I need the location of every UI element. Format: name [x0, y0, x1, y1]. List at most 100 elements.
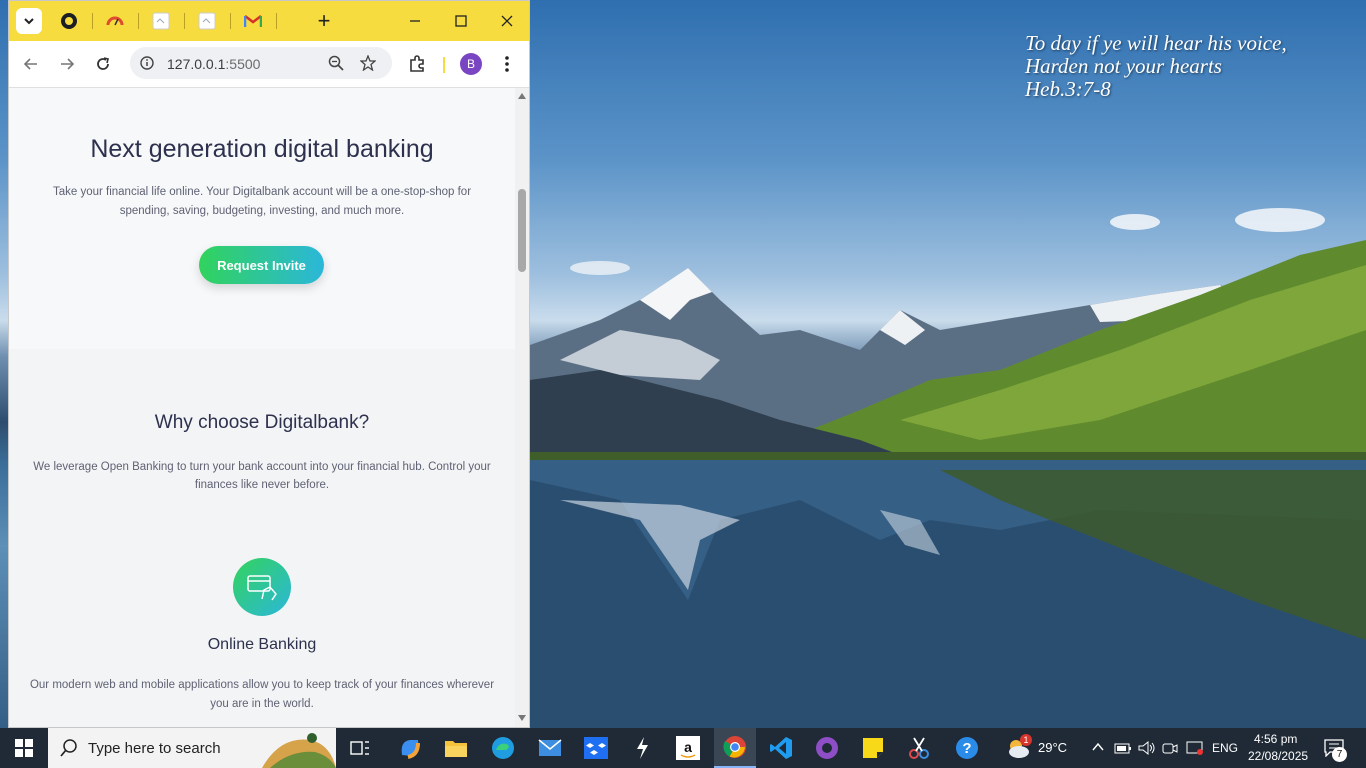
zoom-icon[interactable]	[328, 55, 344, 71]
vscode-icon	[770, 737, 792, 759]
address-bar[interactable]: 127.0.0.1:5500	[130, 47, 392, 79]
dropbox-button[interactable]	[580, 732, 612, 764]
amazon-button[interactable]: a	[672, 732, 704, 764]
tab-page-2[interactable]	[194, 8, 220, 34]
feature-text: Our modern web and mobile applications a…	[29, 679, 495, 710]
tab-gmail[interactable]	[240, 8, 266, 34]
kebab-menu-icon	[505, 56, 509, 72]
hero-title: Next generation digital banking	[90, 135, 434, 163]
tab-page-1[interactable]	[148, 8, 174, 34]
maximize-icon	[455, 15, 467, 27]
maximize-button[interactable]	[449, 9, 473, 33]
browser-menu-button[interactable]	[493, 50, 521, 78]
scroll-up-arrow[interactable]	[518, 93, 526, 99]
extensions-button[interactable]	[403, 50, 431, 78]
sticky-notes-button[interactable]	[857, 732, 889, 764]
url-text[interactable]: 127.0.0.1:5500	[167, 56, 260, 72]
browser-window: + 127.0.0.1:5500 B Next generation digit…	[8, 0, 530, 728]
close-button[interactable]	[495, 9, 519, 33]
taskbar-search-box[interactable]: Type here to search	[48, 728, 336, 768]
mail-icon	[538, 739, 562, 756]
svg-text:a: a	[684, 739, 692, 755]
minimize-button[interactable]	[403, 9, 427, 33]
snipping-tool-button[interactable]	[903, 732, 935, 764]
tab-github[interactable]	[56, 8, 82, 34]
desktop-verse-text: To day if ye will hear his voice, Harden…	[1025, 32, 1287, 101]
tab-search-button[interactable]	[16, 8, 42, 34]
vscode-button[interactable]	[765, 732, 797, 764]
browser-toolbar: 127.0.0.1:5500 B	[9, 41, 529, 88]
folder-icon	[445, 741, 467, 757]
bookmark-star-icon[interactable]	[360, 55, 376, 71]
page-viewport: Next generation digital banking Take you…	[9, 88, 515, 727]
back-button[interactable]	[17, 50, 45, 78]
weather-temperature[interactable]: 29°C	[1038, 740, 1067, 755]
puzzle-icon	[410, 55, 424, 72]
gmail-icon	[244, 15, 262, 27]
github-desktop-button[interactable]	[811, 732, 843, 764]
hero-text: Take your financial life online. Your Di…	[52, 186, 472, 217]
online-banking-icon	[233, 558, 291, 616]
taskbar: Type here to search a ? 1 29°C ENG 4:56 …	[0, 728, 1366, 768]
feature-title: Online Banking	[207, 636, 317, 653]
task-view-button[interactable]	[344, 732, 376, 764]
help-icon: ?	[956, 737, 978, 759]
tab-speedometer[interactable]	[102, 8, 128, 34]
search-placeholder: Type here to search	[88, 740, 221, 757]
search-highlight-illustration-icon	[262, 733, 336, 768]
screen-record-icon[interactable]	[1186, 740, 1204, 756]
new-tab-button[interactable]: +	[311, 8, 337, 34]
page-scrollbar[interactable]	[515, 88, 529, 727]
request-invite-button[interactable]: Request Invite	[199, 246, 324, 284]
page-icon	[198, 12, 216, 30]
mail-button[interactable]	[534, 732, 566, 764]
chevron-up-icon[interactable]	[1092, 742, 1104, 752]
copilot-button[interactable]	[394, 732, 426, 764]
verse-line: To day if ye will hear his voice,	[1025, 31, 1287, 55]
close-icon	[501, 15, 513, 27]
volume-icon[interactable]	[1138, 740, 1156, 756]
verse-line: Heb.3:7-8	[1025, 77, 1111, 101]
edge-button[interactable]	[487, 732, 519, 764]
why-text: We leverage Open Banking to turn your ba…	[33, 461, 491, 491]
github-icon	[61, 13, 77, 29]
reload-icon	[97, 57, 109, 70]
app-lightning-button[interactable]	[626, 732, 658, 764]
speedometer-icon	[106, 16, 124, 26]
forward-arrow-icon	[61, 58, 75, 70]
scroll-down-arrow[interactable]	[518, 715, 526, 721]
reload-button[interactable]	[89, 50, 117, 78]
url-host: 127.0.0.1	[167, 56, 226, 72]
weather-badge: 1	[1020, 734, 1032, 746]
site-info-icon[interactable]	[140, 56, 154, 70]
profile-avatar[interactable]: B	[460, 53, 482, 75]
back-arrow-icon	[23, 58, 37, 70]
chrome-button[interactable]	[714, 728, 756, 768]
scrollbar-thumb[interactable]	[518, 189, 526, 272]
start-button[interactable]	[0, 728, 48, 768]
dropbox-icon	[584, 737, 608, 759]
language-indicator[interactable]: ENG	[1212, 741, 1238, 755]
amazon-icon: a	[676, 736, 700, 760]
hero-section: Next generation digital banking Take you…	[9, 88, 515, 349]
url-port: :5500	[225, 56, 261, 72]
windows-logo-icon	[15, 739, 33, 757]
battery-icon[interactable]	[1114, 741, 1132, 755]
sticky-note-icon	[863, 738, 883, 758]
notification-count-badge: 7	[1332, 747, 1347, 762]
why-section: Why choose Digitalbank? We leverage Open…	[9, 349, 515, 727]
github-desktop-icon	[816, 737, 838, 759]
file-explorer-button[interactable]	[440, 732, 472, 764]
forward-button[interactable]	[53, 50, 81, 78]
search-icon	[60, 739, 77, 757]
camera-icon[interactable]	[1162, 740, 1178, 756]
page-icon	[152, 12, 170, 30]
lightning-icon	[637, 737, 648, 759]
weather-widget[interactable]: 1	[1002, 732, 1034, 764]
help-button[interactable]: ?	[951, 732, 983, 764]
chrome-icon	[723, 736, 746, 758]
clock-time[interactable]: 4:56 pm	[1254, 732, 1297, 746]
clock-date[interactable]: 22/08/2025	[1248, 749, 1308, 763]
svg-text:?: ?	[962, 740, 971, 757]
copilot-icon	[401, 740, 420, 759]
